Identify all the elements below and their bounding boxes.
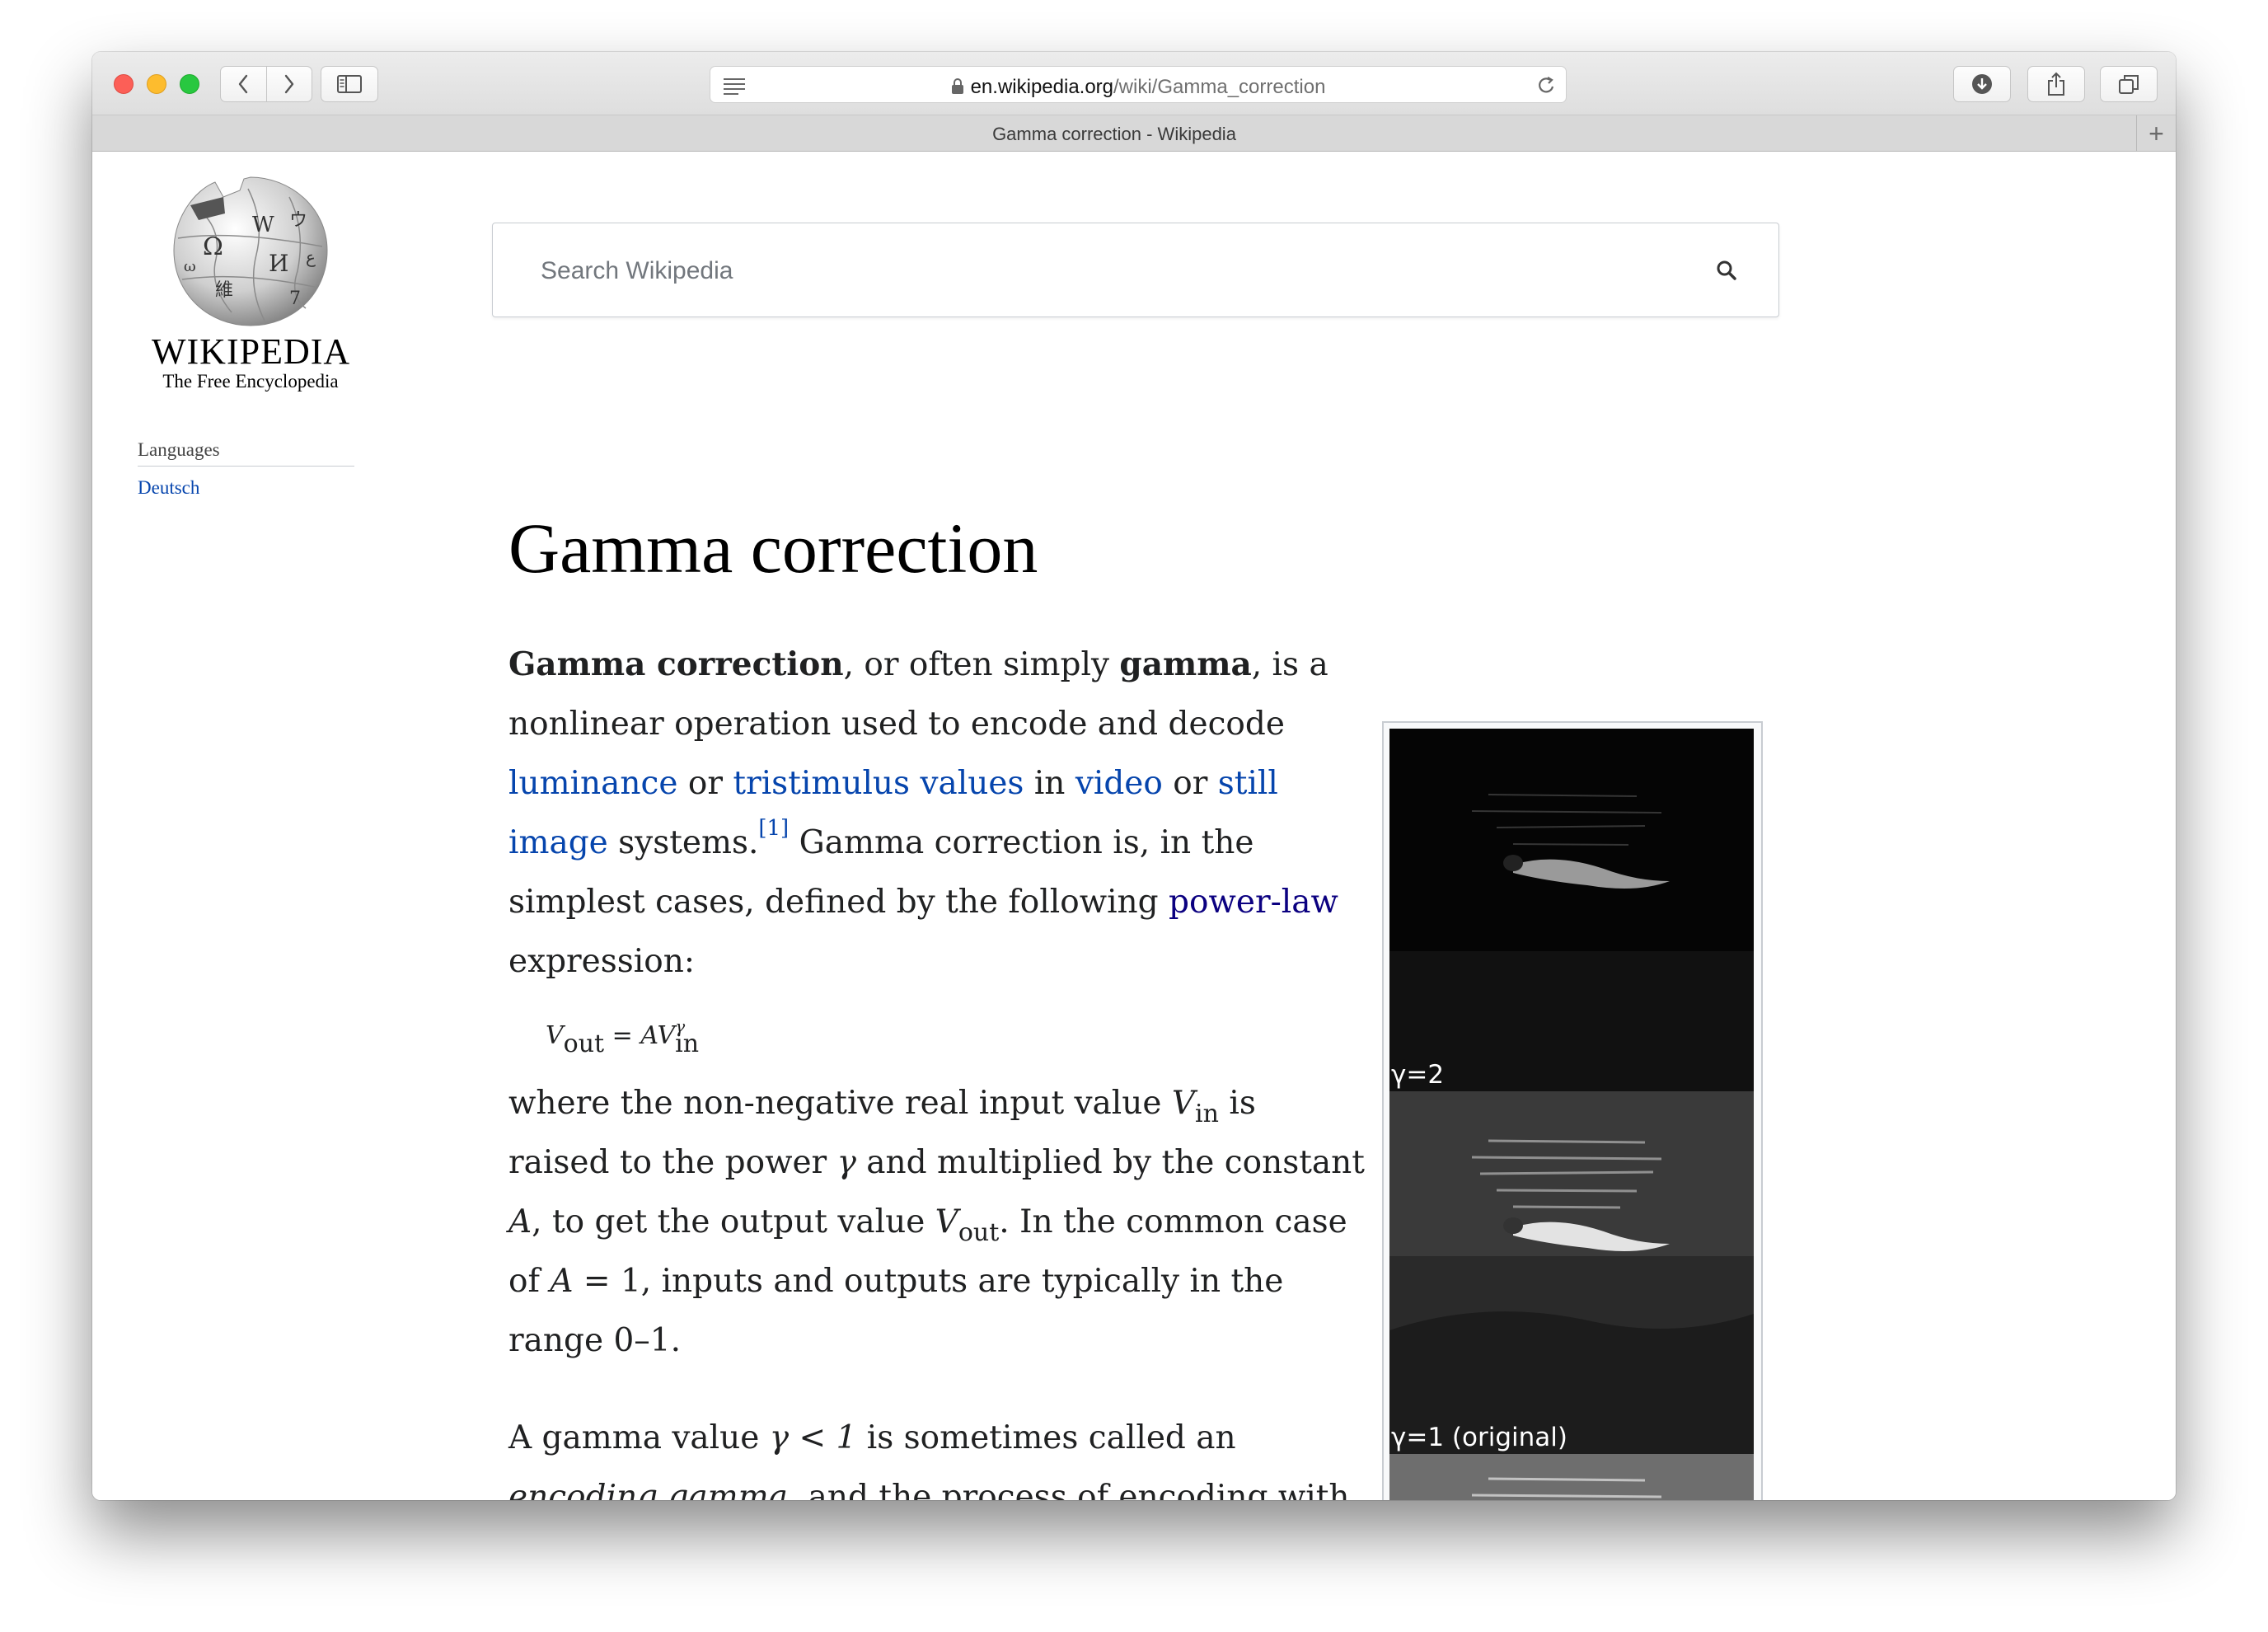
- downloads-button[interactable]: [1953, 66, 2011, 102]
- chevron-left-icon: [239, 74, 248, 94]
- math-var: V: [1171, 1085, 1196, 1122]
- text: = 1, inputs and outputs are typically in…: [508, 1263, 1284, 1359]
- url-domain: en.wikipedia.org: [970, 76, 1114, 98]
- text: is sometimes called an: [856, 1419, 1236, 1456]
- share-icon: [2048, 72, 2064, 96]
- svg-text:7: 7: [289, 288, 301, 309]
- math-var: γ: [836, 1144, 856, 1181]
- search-icon[interactable]: [1716, 260, 1737, 281]
- panel-label: γ=2: [1391, 1060, 1444, 1090]
- show-tabs-button[interactable]: [2100, 66, 2158, 102]
- formula-lhs: V: [546, 1021, 564, 1050]
- wikipedia-tagline: The Free Encyclopedia: [162, 371, 339, 392]
- wikipedia-logo[interactable]: Ω W И 維 7 ウ ω ع WIKIPEDIA The Free Encyc…: [152, 172, 349, 393]
- explanation-paragraph: where the non-negative real input value …: [508, 1074, 1366, 1371]
- text: or: [1162, 765, 1218, 802]
- text: in: [1024, 765, 1075, 802]
- address-bar[interactable]: en.wikipedia.org/wiki/Gamma_correction: [710, 66, 1567, 103]
- url-path: /wiki/Gamma_correction: [1113, 76, 1326, 98]
- text: systems.: [607, 824, 759, 861]
- svg-text:Ω: Ω: [203, 232, 223, 261]
- text: where the non-negative real input value: [508, 1085, 1172, 1122]
- math-expr: γ < 1: [769, 1419, 857, 1456]
- formula-equals: =: [604, 1021, 641, 1050]
- url-text: en.wikipedia.org/wiki/Gamma_correction: [710, 76, 1566, 99]
- formula-lhs-sub: out: [563, 1029, 605, 1058]
- emphasis: encoding gamma: [508, 1479, 788, 1500]
- gamma-formula: Vout = AVγin: [546, 1013, 1448, 1059]
- language-link-deutsch[interactable]: Deutsch: [138, 477, 199, 499]
- browser-toolbar: en.wikipedia.org/wiki/Gamma_correction: [92, 52, 2176, 115]
- math-var: A: [550, 1263, 574, 1300]
- math-sub: out: [958, 1218, 1000, 1247]
- article-body: Gamma correction, or often simply gamma,…: [508, 635, 1448, 1500]
- text: or: [677, 765, 733, 802]
- forward-button[interactable]: [267, 67, 312, 101]
- intro-paragraph: Gamma correction, or often simply gamma,…: [508, 635, 1366, 992]
- download-icon: [1972, 74, 1992, 94]
- svg-text:И: И: [269, 250, 288, 277]
- bold-term: gamma: [1119, 645, 1252, 683]
- math-var: V: [935, 1203, 958, 1240]
- text: expression:: [508, 943, 696, 980]
- link-power-law[interactable]: power-law: [1169, 884, 1338, 921]
- formula-rhs-sub: in: [675, 1029, 700, 1058]
- math-sub: in: [1195, 1100, 1219, 1128]
- svg-text:ω: ω: [184, 258, 196, 275]
- browser-window: en.wikipedia.org/wiki/Gamma_correction G…: [92, 52, 2176, 1500]
- text: and multiplied by the constant: [855, 1144, 1365, 1181]
- underwater-photo-bright: [1389, 1454, 1754, 1500]
- math-var: A: [508, 1203, 532, 1240]
- link-video[interactable]: video: [1075, 765, 1163, 802]
- maximize-window-button[interactable]: [180, 74, 199, 94]
- encoding-gamma-paragraph: A gamma value γ < 1 is sometimes called …: [508, 1409, 1366, 1500]
- figure-panel-gamma-half: [1389, 1454, 1754, 1500]
- languages-heading: Languages: [138, 439, 354, 467]
- bold-term: Gamma correction: [508, 645, 844, 683]
- sidebar-icon: [337, 75, 362, 93]
- lock-icon: [951, 78, 963, 94]
- underwater-photo-original: γ=1 (original): [1389, 1091, 1754, 1454]
- page-content: Ω W И 維 7 ウ ω ع WIKIPEDIA The Free Encyc…: [92, 152, 2176, 1500]
- page-title: Gamma correction: [508, 509, 1038, 588]
- svg-text:ع: ع: [306, 247, 316, 267]
- wikipedia-globe-icon: Ω W И 維 7 ウ ω ع: [173, 176, 328, 326]
- panel-label: γ=1 (original): [1391, 1423, 1567, 1452]
- chevron-right-icon: [284, 74, 293, 94]
- close-window-button[interactable]: [114, 74, 134, 94]
- tab-active[interactable]: Gamma correction - Wikipedia: [92, 124, 2136, 145]
- formula-rhs: AV: [640, 1021, 676, 1050]
- svg-text:W: W: [252, 213, 274, 237]
- svg-text:維: 維: [215, 280, 233, 301]
- reference-link[interactable]: [1]: [758, 816, 789, 841]
- back-button[interactable]: [221, 67, 267, 101]
- underwater-photo-dark: γ=2: [1389, 729, 1754, 1091]
- search-input[interactable]: [541, 253, 1678, 289]
- new-tab-button[interactable]: +: [2136, 115, 2176, 152]
- link-tristimulus-values[interactable]: tristimulus values: [733, 765, 1024, 802]
- figure-panel-gamma-2: γ=2: [1389, 729, 1754, 1091]
- minimize-window-button[interactable]: [147, 74, 166, 94]
- text: A gamma value: [508, 1419, 770, 1456]
- text: , to get the output value: [532, 1203, 935, 1240]
- tab-bar: Gamma correction - Wikipedia +: [92, 115, 2176, 152]
- wikipedia-wordmark: WIKIPEDIA: [152, 331, 351, 372]
- reload-icon[interactable]: [1536, 75, 1556, 96]
- svg-text:ウ: ウ: [289, 210, 307, 231]
- text: , or often simply: [843, 646, 1120, 683]
- figure-panel-gamma-1: γ=1 (original): [1389, 1091, 1754, 1454]
- link-luminance[interactable]: luminance: [508, 765, 677, 802]
- tabs-icon: [2119, 75, 2139, 94]
- nav-button-group: [220, 66, 312, 102]
- share-button[interactable]: [2027, 66, 2085, 102]
- sidebar-toggle-button[interactable]: [321, 66, 378, 102]
- search-box: [492, 223, 1779, 317]
- gamma-example-figure[interactable]: γ=2 γ=1 (original): [1382, 721, 1763, 1500]
